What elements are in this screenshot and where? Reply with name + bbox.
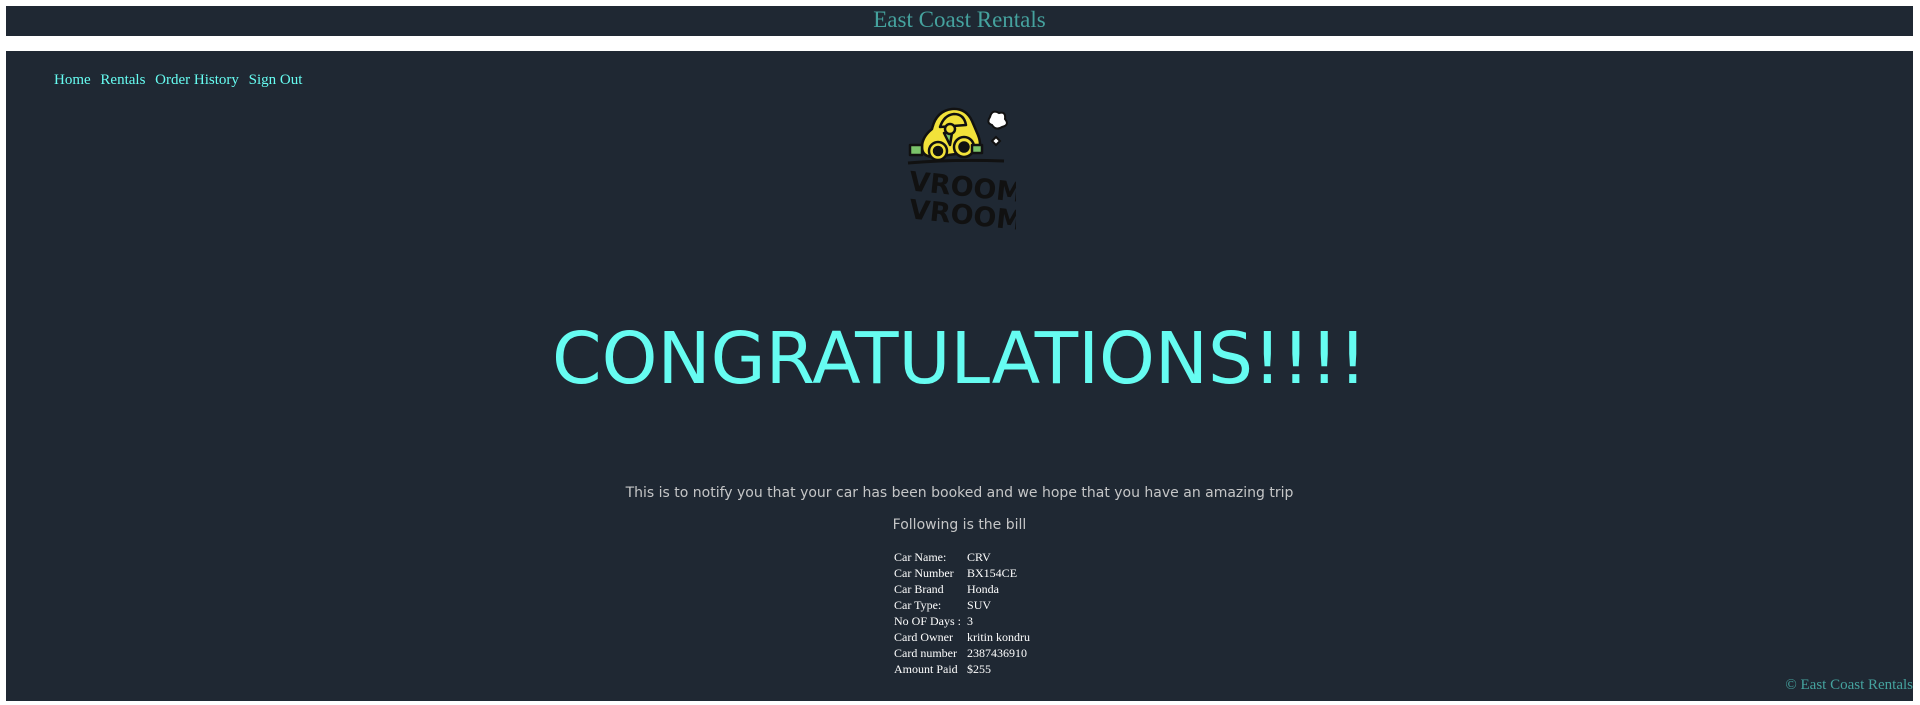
bill-row-amount-paid: Amount Paid $255 — [894, 661, 1036, 677]
nav-link-home[interactable]: Home — [54, 72, 91, 88]
bill-value: kritin kondru — [967, 630, 1031, 644]
nav-link-order-history[interactable]: Order History — [155, 72, 239, 88]
bill-row-card-number: Card number 2387436910 — [894, 645, 1036, 661]
bill-heading: Following is the bill — [892, 517, 1027, 533]
congratulations-heading: CONGRATULATIONS!!!! — [552, 317, 1367, 400]
bill-row-card-owner: Card Owner kritin kondru — [894, 629, 1036, 645]
header-bar: East Coast Rentals — [6, 6, 1913, 36]
bill-row-car-type: Car Type: SUV — [894, 597, 1036, 613]
bill-row-car-brand: Car Brand Honda — [894, 581, 1036, 597]
nav-link-sign-out[interactable]: Sign Out — [249, 72, 303, 88]
bill-label: Card number — [894, 646, 957, 660]
bill-row-car-number: Car Number BX154CE — [894, 565, 1036, 581]
nav-bar: Home Rentals Order History Sign Out — [54, 72, 308, 89]
nav-link-rentals[interactable]: Rentals — [100, 72, 145, 88]
bill-label: Car Type: — [894, 598, 942, 612]
bill-label: Car Brand — [894, 582, 944, 596]
bill-label: Card Owner — [894, 630, 953, 644]
bill-value: 3 — [967, 614, 974, 628]
bill-value: Honda — [967, 582, 1000, 596]
bill-value: BX154CE — [967, 566, 1018, 580]
bill-table: Car Name: CRV Car Number BX154CE Car Bra… — [894, 549, 1036, 677]
vroom-car-logo: VROOM! VROOM! — [908, 107, 1016, 231]
bill-label: Amount Paid — [894, 662, 958, 676]
bill-label: Car Number — [894, 566, 954, 580]
bill-value: CRV — [967, 550, 991, 564]
site-title: East Coast Rentals — [873, 7, 1046, 32]
bill-value: $255 — [967, 662, 992, 676]
footer-copyright: © East Coast Rentals — [1785, 677, 1913, 693]
booking-notification-text: This is to notify you that your car has … — [625, 485, 1294, 501]
bill-label: No OF Days : — [894, 614, 962, 628]
bill-label: Car Name: — [894, 550, 947, 564]
bill-value: SUV — [967, 598, 992, 612]
bill-value: 2387436910 — [967, 646, 1028, 660]
bill-row-days: No OF Days : 3 — [894, 613, 1036, 629]
bill-row-car-name: Car Name: CRV — [894, 549, 1036, 565]
main-panel: Home Rentals Order History Sign Out VROO… — [6, 51, 1913, 701]
